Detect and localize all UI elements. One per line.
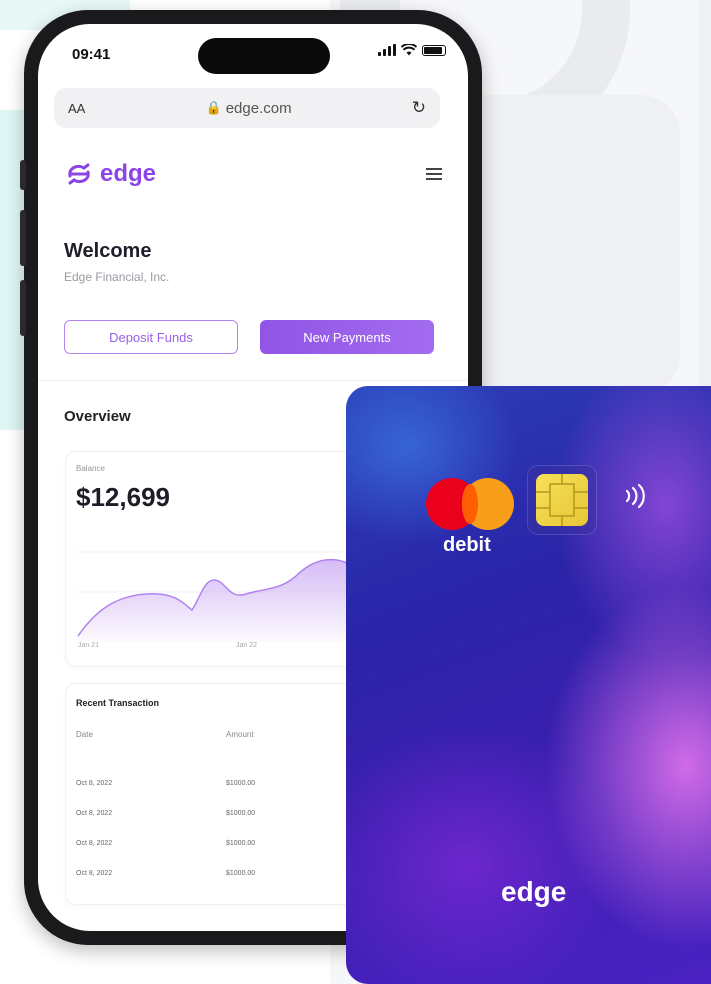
column-header-amount: Amount [226,730,254,739]
browser-url-bar[interactable]: AA 🔒 edge.com ↻ [54,88,440,128]
chip-icon [528,466,596,534]
balance-label: Balance [76,464,105,473]
card-brand: edge [501,876,567,907]
overview-title: Overview [64,408,131,425]
card-type-label: debit [443,534,491,556]
chart-tick-label: Jan 21 [78,642,100,649]
battery-icon [422,44,446,56]
text-size-button[interactable]: AA [68,101,85,116]
url-text: edge.com [225,99,292,117]
mastercard-icon [426,478,514,530]
row-amount: $1000.00 [226,840,256,847]
status-time: 09:41 [72,46,111,63]
url-display[interactable]: 🔒 edge.com [206,100,292,117]
menu-icon[interactable] [426,168,442,180]
phone-side-button [20,210,26,266]
reload-icon[interactable]: ↻ [412,98,426,118]
row-amount: $1000.00 [226,810,256,817]
phone-side-button [20,160,26,190]
row-amount: $1000.00 [226,870,256,877]
column-header-date: Date [76,730,93,739]
transactions-title: Recent Transaction [76,698,160,708]
phone-side-button [20,280,26,336]
new-payments-button[interactable]: New Payments [260,320,434,354]
welcome-title: Welcome [64,240,152,262]
logo-text: edge [100,160,157,187]
row-date: Oct 8, 2022 [76,780,113,787]
lock-icon: 🔒 [205,100,222,115]
deposit-funds-button[interactable]: Deposit Funds [64,320,238,354]
row-date: Oct 8, 2022 [76,840,113,847]
dynamic-island [198,38,330,74]
row-date: Oct 8, 2022 [76,870,113,877]
logo[interactable]: edge [64,160,156,188]
edge-logo-icon [68,163,90,185]
debit-card: debit edge [346,386,711,984]
row-date: Oct 8, 2022 [76,810,113,817]
row-amount: $1000.00 [226,780,256,787]
signal-icon [378,44,396,56]
company-name: Edge Financial, Inc. [64,270,170,284]
app-header: edge [64,154,442,194]
chart-tick-label: Jan 22 [236,642,258,649]
wifi-icon [401,44,417,56]
section-divider [38,380,468,381]
balance-value: $12,699 [76,482,170,512]
status-icons [378,44,446,56]
contactless-icon [624,482,646,517]
